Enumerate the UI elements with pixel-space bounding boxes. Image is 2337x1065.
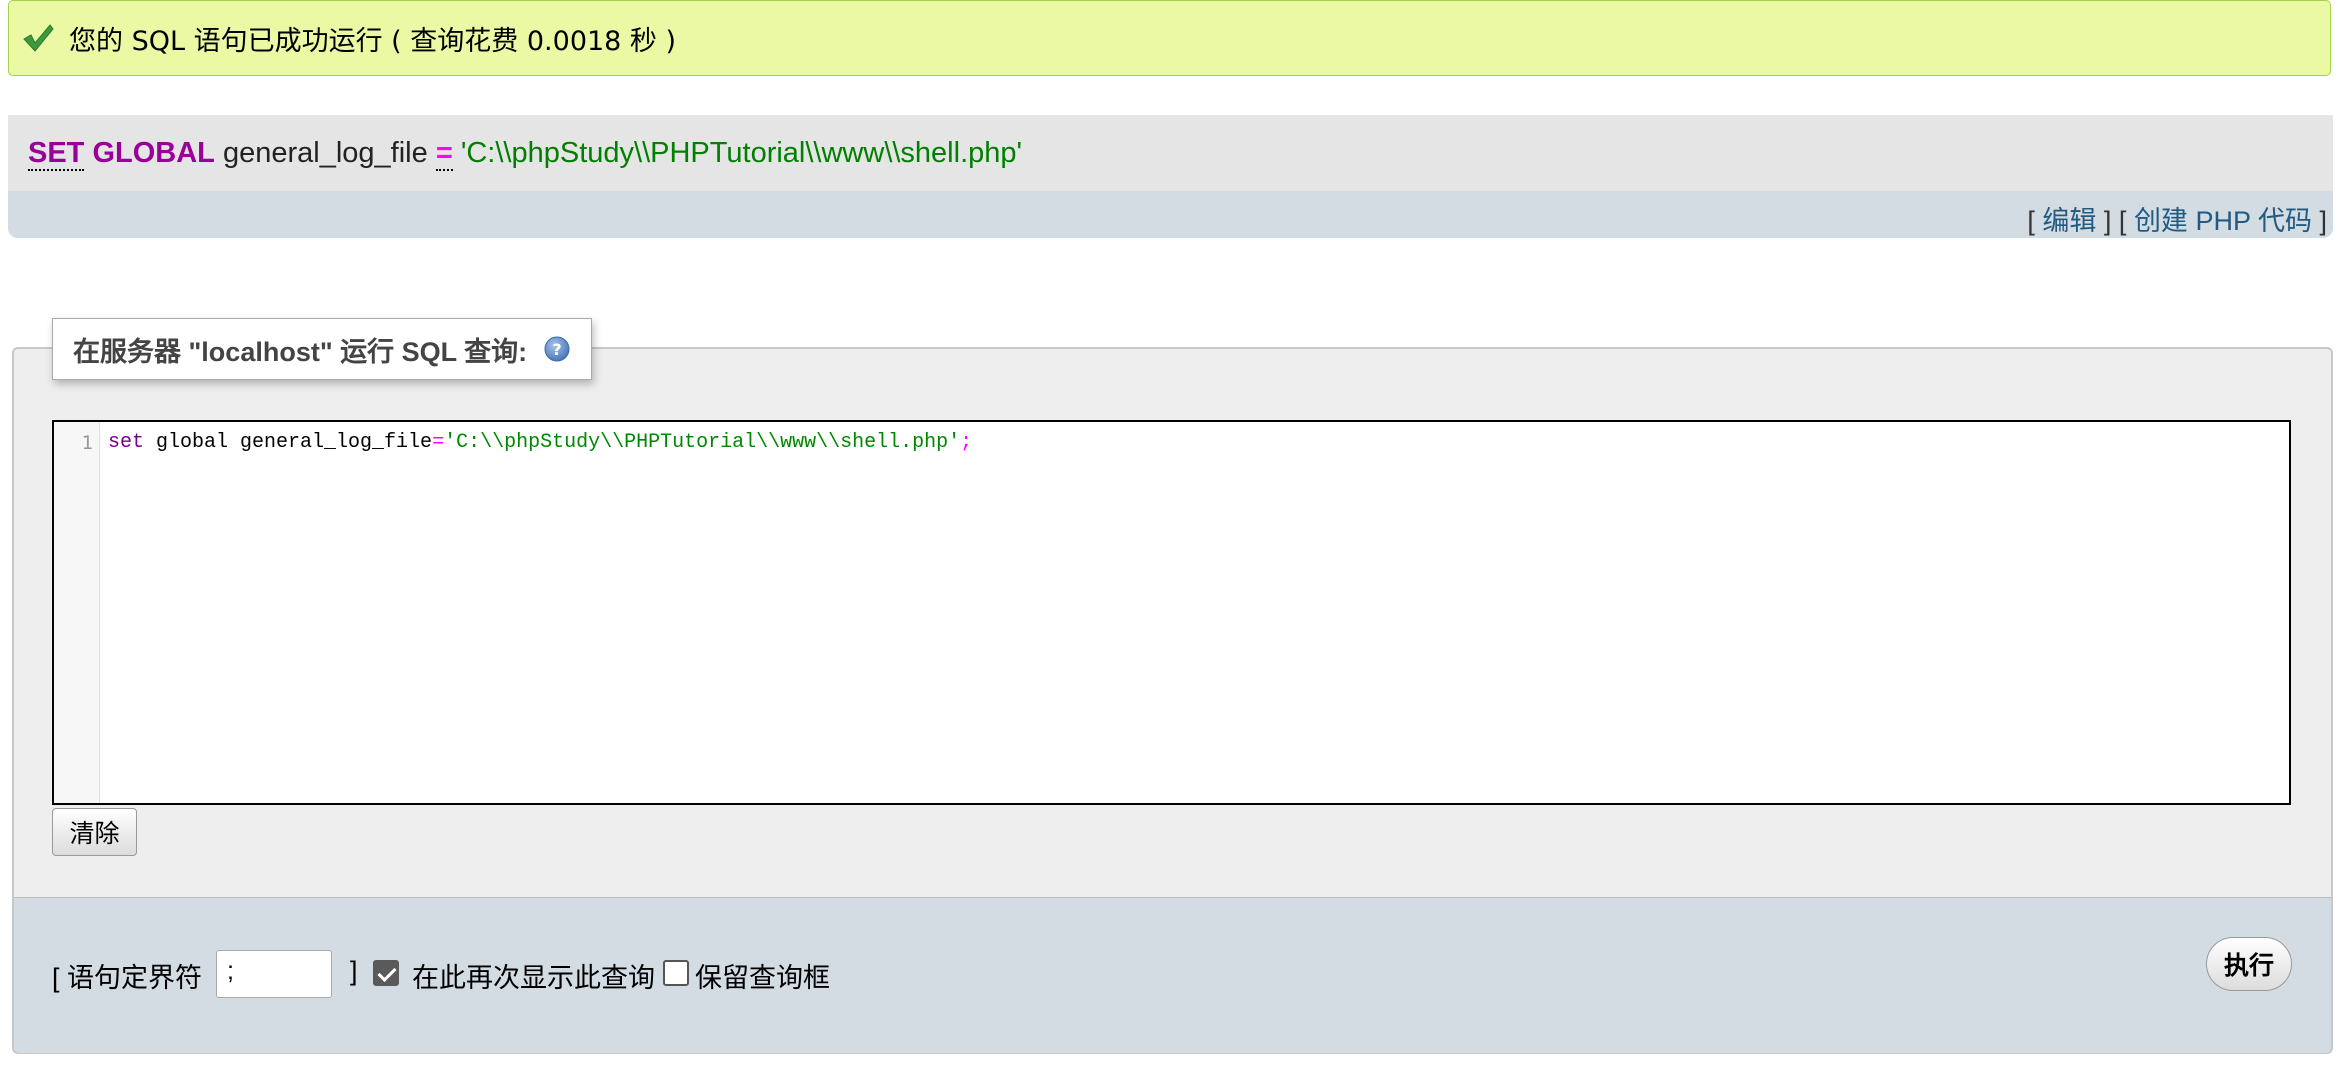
delimiter-label: [ 语句定界符 (52, 963, 203, 993)
editor-keyword: set (108, 431, 145, 454)
sql-operator[interactable]: = (435, 137, 453, 171)
success-notice: 您的 SQL 语句已成功运行 ( 查询花费 0.0018 秒 ) (8, 0, 2331, 76)
executed-sql-box: SET GLOBAL general_log_file = 'C:\\phpSt… (8, 115, 2333, 238)
sql-string-value: 'C:\\phpStudy\\PHPTutorial\\www\\shell.p… (460, 137, 1023, 169)
go-button[interactable]: 执行 (2206, 937, 2292, 991)
tools-separator: ] [ (2103, 206, 2127, 236)
query-panel-legend: 在服务器 "localhost" 运行 SQL 查询: ? (52, 318, 593, 380)
executed-sql: SET GLOBAL general_log_file = 'C:\\phpSt… (28, 137, 1023, 171)
sql-keyword-set[interactable]: SET (28, 137, 85, 171)
check-icon (23, 24, 54, 52)
delimiter-input[interactable]: ; (216, 950, 332, 998)
sql-tools-bar: [ 编辑 ] [ 创建 PHP 代码 ] (8, 191, 2333, 238)
help-icon[interactable]: ? (543, 335, 571, 363)
sql-keyword-global: GLOBAL (92, 137, 215, 169)
clear-button[interactable]: 清除 (52, 808, 137, 856)
success-message: 您的 SQL 语句已成功运行 ( 查询花费 0.0018 秒 ) (69, 25, 677, 57)
keep-query-box-checkbox[interactable] (663, 960, 689, 986)
tools-bracket-close: ] (2319, 206, 2327, 236)
query-panel-title: 在服务器 "localhost" 运行 SQL 查询: (73, 336, 528, 367)
svg-text:?: ? (553, 340, 562, 359)
delimiter-bracket-close: ] (350, 956, 358, 986)
show-query-again-label[interactable]: 在此再次显示此查询 (412, 956, 655, 995)
sql-editor[interactable]: 1 set global general_log_file='C:\\phpSt… (52, 420, 2291, 805)
line-number: 1 (81, 432, 93, 454)
editor-operator: = (432, 431, 445, 454)
create-php-code-link[interactable]: 创建 PHP 代码 (2134, 206, 2312, 236)
tools-bracket-open: [ (2027, 206, 2035, 236)
editor-terminator: ; (960, 431, 973, 454)
show-query-again-checkbox[interactable] (373, 960, 399, 986)
editor-plain-text: global general_log_file (144, 431, 433, 454)
edit-link[interactable]: 编辑 (2042, 206, 2096, 236)
keep-query-box-label[interactable]: 保留查询框 (695, 956, 830, 995)
query-options-footer: [ 语句定界符 ; ] 在此再次显示此查询 保留查询框 执行 (14, 897, 2331, 1053)
sql-variable: general_log_file (222, 137, 428, 169)
editor-string: 'C:\\phpStudy\\PHPTutorial\\www\\shell.p… (444, 431, 961, 454)
editor-code-line[interactable]: set global general_log_file='C:\\phpStud… (108, 431, 972, 454)
line-number-gutter: 1 (54, 422, 100, 803)
